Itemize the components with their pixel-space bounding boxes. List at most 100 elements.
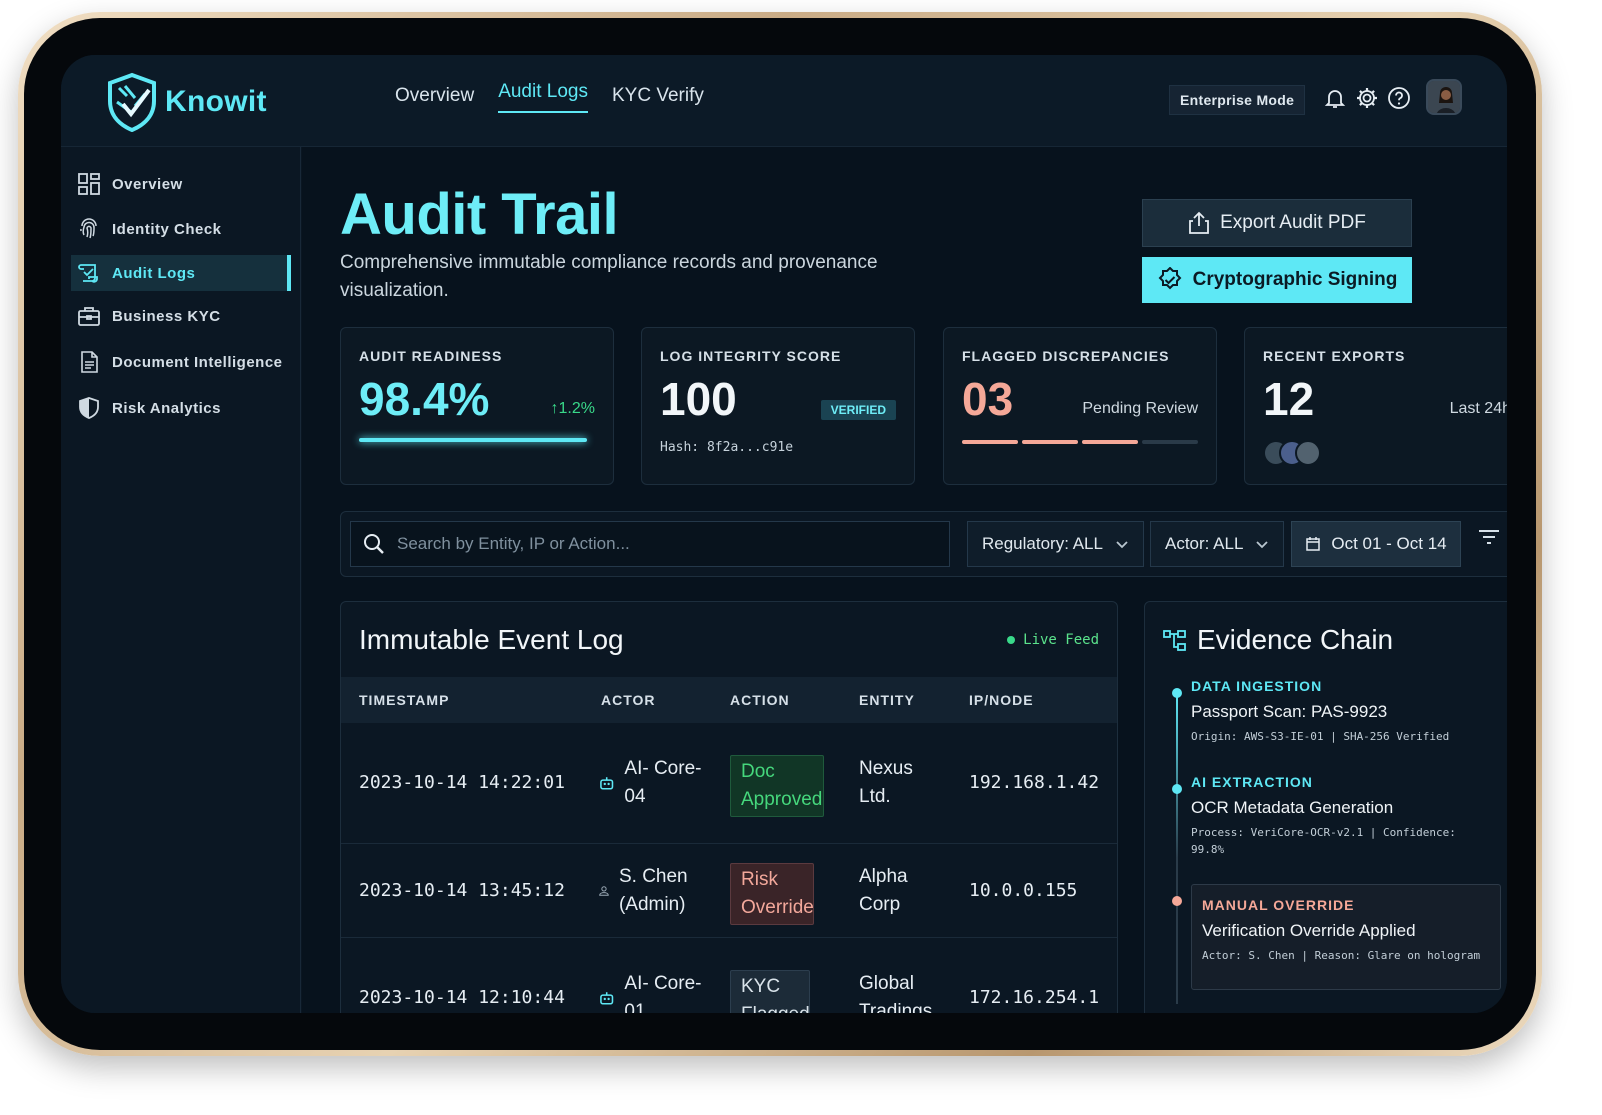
- sidebar-item-document-intelligence[interactable]: Document Intelligence: [71, 344, 291, 380]
- override-highlight-box[interactable]: MANUAL OVERRIDE Verification Override Ap…: [1191, 884, 1501, 990]
- header-actions: [1323, 86, 1411, 110]
- column-header[interactable]: ENTITY: [859, 692, 915, 708]
- table-row[interactable]: 2023-10-14 12:10:44 AI- Core-01 KYC Flag…: [341, 938, 1117, 1013]
- segment: [962, 440, 1018, 444]
- sidebar-item-audit-logs[interactable]: Audit Logs: [71, 255, 291, 291]
- live-feed-indicator: Live Feed: [1007, 632, 1099, 648]
- enterprise-mode-button[interactable]: Enterprise Mode: [1169, 85, 1306, 115]
- card-label: RECENT EXPORTS: [1263, 348, 1406, 364]
- row-ip: 10.0.0.155: [969, 880, 1078, 901]
- robot-icon: [600, 777, 614, 790]
- column-header[interactable]: ACTOR: [601, 692, 656, 708]
- audit-readiness-card: AUDIT READINESS 98.4% ↑1.2%: [340, 327, 614, 485]
- sidebar: Overview Identity Check Audit Logs Busin…: [61, 147, 301, 1013]
- gear-icon[interactable]: [1355, 86, 1379, 110]
- row-ip: 172.16.254.1: [969, 987, 1100, 1008]
- tablet-bezel: Knowit Overview Audit Logs KYC Verify En…: [24, 18, 1536, 1050]
- actor-filter-value: Actor: ALL: [1165, 534, 1244, 553]
- export-audit-pdf-button[interactable]: Export Audit PDF: [1142, 199, 1412, 247]
- integrity-value: 100: [660, 373, 737, 425]
- row-ip: 192.168.1.42: [969, 772, 1100, 793]
- filter-lines-icon[interactable]: [1477, 528, 1501, 548]
- main-content: Audit Trail Comprehensive immutable comp…: [302, 147, 1507, 1013]
- table-row[interactable]: 2023-10-14 14:22:01 AI- Core-04 Doc Appr…: [341, 723, 1117, 844]
- live-feed-label: Live Feed: [1023, 632, 1099, 648]
- event-log-title: Immutable Event Log: [359, 624, 624, 655]
- search-icon: [364, 534, 384, 554]
- step-label: MANUAL OVERRIDE: [1202, 897, 1355, 913]
- shield-icon: [79, 397, 99, 419]
- row-timestamp: 2023-10-14 13:45:12: [359, 880, 565, 901]
- sidebar-item-risk-analytics[interactable]: Risk Analytics: [71, 390, 291, 426]
- row-actor-name: AI- Core-01: [624, 973, 702, 1013]
- cryptographic-signing-button[interactable]: Cryptographic Signing: [1142, 257, 1412, 303]
- help-icon[interactable]: [1387, 86, 1411, 110]
- integrity-hash: Hash: 8f2a...c91e: [660, 440, 794, 455]
- sidebar-item-overview[interactable]: Overview: [71, 166, 291, 202]
- tab-audit-logs[interactable]: Audit Logs: [498, 81, 588, 113]
- step-meta: Process: VeriCore-OCR-v2.1 | Confidence:…: [1191, 826, 1456, 856]
- readiness-trend: ↑1.2%: [550, 400, 595, 417]
- regulatory-filter-select[interactable]: Regulatory: ALL: [967, 521, 1144, 567]
- step-meta: Actor: S. Chen | Reason: Glare on hologr…: [1202, 949, 1481, 962]
- timeline-progress-line: [1176, 694, 1178, 858]
- segment: [1022, 440, 1078, 444]
- brand-logo[interactable]: Knowit: [105, 72, 267, 132]
- timeline-node: [1172, 896, 1182, 906]
- step-title: OCR Metadata Generation: [1191, 798, 1394, 817]
- timeline-node: [1172, 688, 1182, 698]
- sidebar-item-label: Overview: [112, 175, 183, 193]
- app-screen: Knowit Overview Audit Logs KYC Verify En…: [61, 55, 1507, 1013]
- action-badge: Doc Approved: [730, 755, 824, 817]
- tab-overview[interactable]: Overview: [395, 85, 474, 113]
- live-dot-icon: [1007, 636, 1016, 644]
- column-header[interactable]: ACTION: [730, 692, 790, 708]
- bell-icon[interactable]: [1323, 86, 1347, 110]
- avatar[interactable]: [1426, 79, 1462, 115]
- step-label: DATA INGESTION: [1191, 678, 1323, 694]
- step-title: Passport Scan: PAS-9923: [1191, 702, 1388, 721]
- sidebar-item-business-kyc[interactable]: Business KYC: [71, 298, 291, 334]
- date-range-button[interactable]: Oct 01 - Oct 14: [1291, 521, 1461, 567]
- column-header[interactable]: IP/NODE: [969, 692, 1034, 708]
- shield-logo-icon: [108, 72, 156, 132]
- tab-kyc-verify[interactable]: KYC Verify: [612, 85, 704, 113]
- verified-badge: VERIFIED: [820, 400, 896, 420]
- grid-icon: [78, 173, 100, 195]
- column-header[interactable]: TIMESTAMP: [359, 692, 449, 708]
- search-placeholder: Search by Entity, IP or Action...: [397, 534, 630, 553]
- brand-name: Knowit: [165, 85, 267, 118]
- hierarchy-icon: [1163, 630, 1186, 651]
- fingerprint-icon: [80, 218, 97, 239]
- verified-badge-icon: [1158, 267, 1182, 290]
- filter-bar: Search by Entity, IP or Action... Regula…: [340, 511, 1507, 577]
- timeline-node: [1172, 784, 1182, 794]
- row-actor: AI- Core-01: [599, 970, 719, 1013]
- exports-value: 12: [1263, 373, 1315, 425]
- sidebar-item-label: Risk Analytics: [112, 399, 221, 417]
- sidebar-item-identity-check[interactable]: Identity Check: [71, 211, 291, 247]
- segment: [1142, 440, 1198, 444]
- table-header: TIMESTAMP ACTOR ACTION ENTITY IP/NODE: [341, 677, 1117, 723]
- sidebar-item-label: Identity Check: [112, 220, 222, 238]
- exporter-avatar: [1295, 440, 1321, 466]
- row-timestamp: 2023-10-14 14:22:01: [359, 772, 565, 793]
- top-bar: Knowit Overview Audit Logs KYC Verify En…: [61, 55, 1507, 147]
- flagged-status: Pending Review: [1082, 400, 1198, 417]
- card-label: LOG INTEGRITY SCORE: [660, 348, 842, 364]
- search-input[interactable]: Search by Entity, IP or Action...: [350, 521, 950, 567]
- exports-period: Last 24h: [1449, 400, 1507, 417]
- step-meta: Origin: AWS-S3-IE-01 | SHA-256 Verified: [1191, 730, 1450, 743]
- evidence-chain-title: Evidence Chain: [1197, 624, 1394, 655]
- calendar-icon: [1306, 537, 1321, 551]
- actor-filter-select[interactable]: Actor: ALL: [1150, 521, 1285, 567]
- user-icon: [599, 886, 609, 896]
- document-icon: [81, 351, 98, 373]
- table-row[interactable]: 2023-10-14 13:45:12 S. Chen (Admin) Risk…: [341, 844, 1117, 938]
- sign-label: Cryptographic Signing: [1192, 269, 1398, 290]
- row-actor: S. Chen (Admin): [599, 863, 719, 919]
- row-actor: AI- Core-04: [599, 755, 719, 811]
- top-nav: Overview Audit Logs KYC Verify: [395, 81, 704, 113]
- sidebar-item-label: Document Intelligence: [112, 353, 283, 371]
- row-actor-name: S. Chen (Admin): [618, 866, 688, 915]
